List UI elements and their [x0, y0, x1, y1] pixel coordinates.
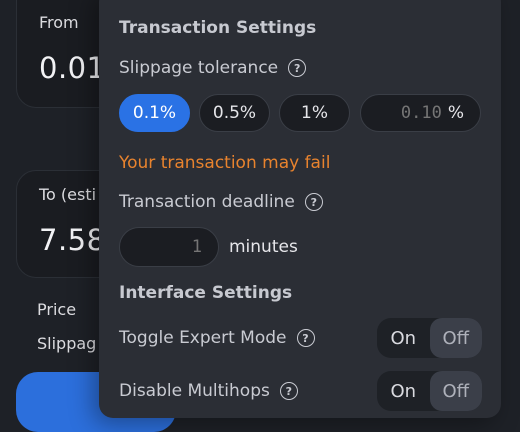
expert-mode-on[interactable]: On — [377, 318, 430, 358]
slippage-tolerance-row: Slippage tolerance ? — [119, 58, 307, 78]
deadline-unit-label: minutes — [229, 237, 298, 257]
to-amount[interactable]: 7.58 — [39, 223, 106, 257]
question-circle-icon[interactable]: ? — [279, 382, 298, 400]
slippage-warning: Your transaction may fail — [119, 153, 331, 173]
interface-settings-title: Interface Settings — [119, 283, 293, 303]
transaction-settings-title: Transaction Settings — [119, 18, 317, 38]
multihops-off[interactable]: Off — [429, 371, 482, 411]
transaction-deadline-label: Transaction deadline — [119, 192, 295, 212]
to-label: To (esti — [39, 185, 97, 204]
deadline-input[interactable] — [162, 237, 202, 257]
percent-symbol: % — [447, 103, 464, 123]
multihops-row: Disable Multihops ? — [119, 381, 298, 401]
expert-mode-off[interactable]: Off — [429, 318, 482, 358]
question-circle-icon[interactable]: ? — [288, 59, 307, 77]
slippage-option-1[interactable]: 1% — [279, 94, 350, 132]
from-label: From — [39, 13, 79, 32]
transaction-deadline-row: Transaction deadline ? — [119, 192, 323, 212]
slippage-info-label: Slippag — [37, 334, 97, 353]
custom-slippage-input[interactable] — [381, 103, 442, 123]
from-amount[interactable]: 0.01 — [39, 51, 106, 85]
question-circle-icon[interactable]: ? — [296, 329, 315, 347]
price-label: Price — [37, 300, 77, 319]
slippage-option-0-1[interactable]: 0.1% — [119, 94, 190, 132]
question-circle-icon[interactable]: ? — [304, 193, 323, 211]
expert-mode-toggle[interactable]: On Off — [377, 318, 482, 358]
expert-mode-row: Toggle Expert Mode ? — [119, 328, 315, 348]
multihops-label: Disable Multihops — [119, 381, 270, 401]
expert-mode-label: Toggle Expert Mode — [119, 328, 287, 348]
multihops-on[interactable]: On — [377, 371, 430, 411]
multihops-toggle[interactable]: On Off — [377, 371, 482, 411]
custom-slippage-field[interactable]: % — [360, 94, 481, 132]
slippage-option-0-5[interactable]: 0.5% — [199, 94, 270, 132]
deadline-field[interactable] — [119, 227, 219, 267]
slippage-tolerance-label: Slippage tolerance — [119, 58, 279, 78]
transaction-settings-popover: Transaction Settings Slippage tolerance … — [99, 0, 501, 418]
